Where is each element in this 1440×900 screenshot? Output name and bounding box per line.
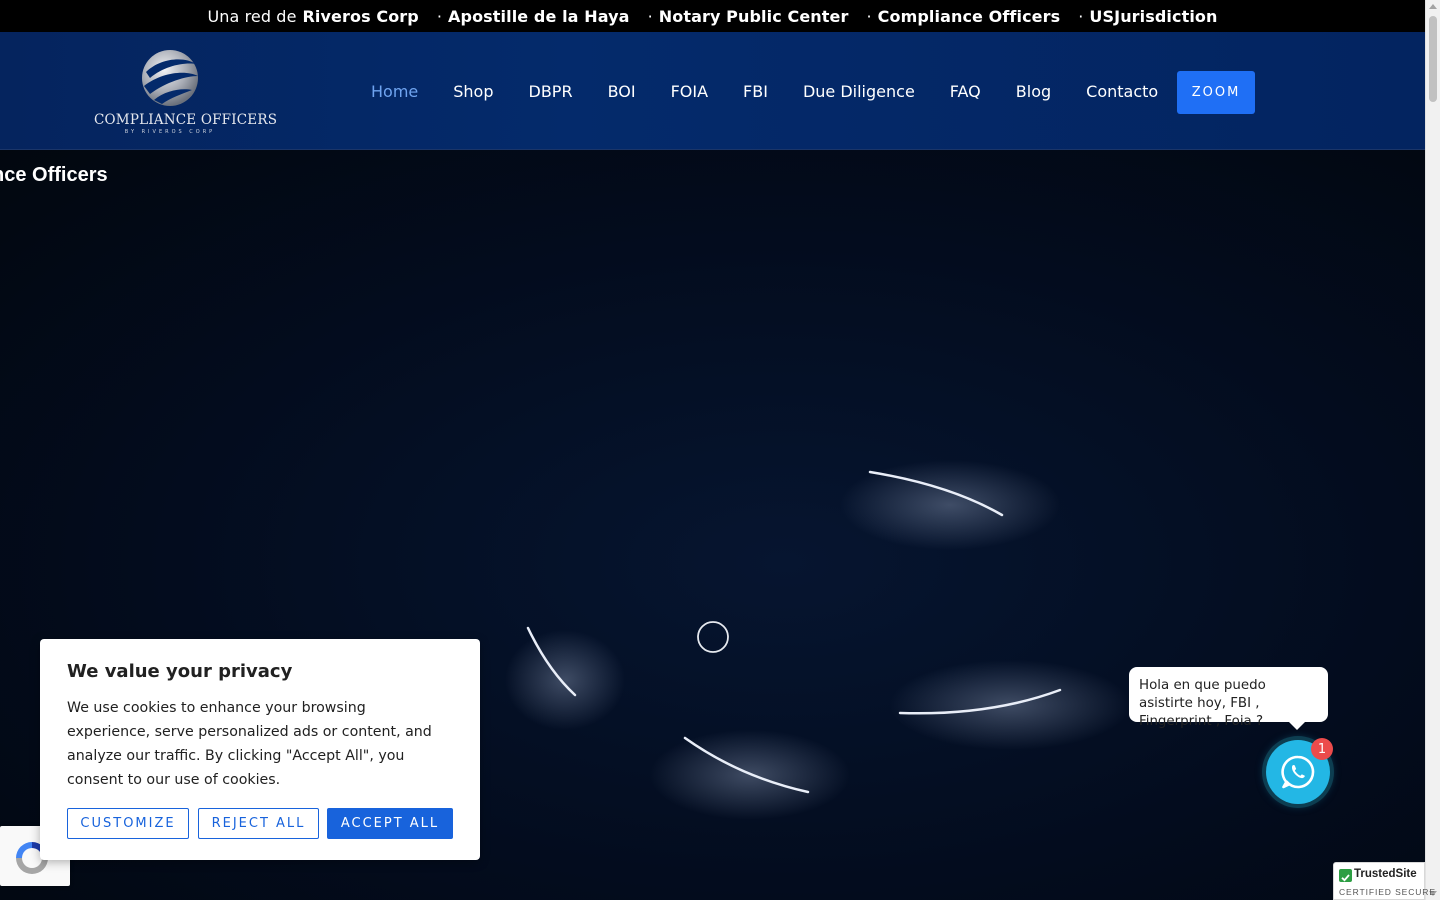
nav-fbi[interactable]: FBI — [743, 82, 768, 101]
reject-all-button[interactable]: REJECT ALL — [198, 808, 319, 839]
site-header: COMPLIANCE OFFICERS BY RIVEROS CORP Home… — [0, 32, 1425, 150]
loading-spinner-icon — [697, 621, 729, 653]
trustedsite-tagline: CERTIFIED SECURE — [1339, 887, 1436, 897]
site-logo[interactable]: COMPLIANCE OFFICERS BY RIVEROS CORP — [94, 48, 278, 138]
network-link-notary[interactable]: Notary Public Center — [659, 7, 849, 26]
globe-logo-icon — [142, 50, 198, 106]
separator: · — [436, 6, 443, 26]
nav-faq[interactable]: FAQ — [950, 82, 981, 101]
customize-button[interactable]: CUSTOMIZE — [67, 808, 189, 839]
main-nav: Home Shop DBPR BOI FOIA FBI Due Diligenc… — [371, 71, 1158, 111]
logo-title: COMPLIANCE OFFICERS — [94, 112, 278, 128]
scroll-up-arrow-icon[interactable] — [1429, 4, 1437, 9]
cookie-consent-banner: We value your privacy We use cookies to … — [40, 639, 480, 860]
notification-badge: 1 — [1311, 738, 1333, 760]
nav-due-diligence[interactable]: Due Diligence — [803, 82, 915, 101]
separator: · — [647, 6, 653, 26]
cookie-title: We value your privacy — [67, 661, 293, 682]
network-intro: Una red de — [207, 6, 297, 26]
separator: · — [866, 6, 872, 26]
check-icon — [1339, 869, 1352, 882]
network-link-compliance[interactable]: Compliance Officers — [878, 7, 1061, 26]
nav-dbpr[interactable]: DBPR — [529, 82, 573, 101]
nav-blog[interactable]: Blog — [1016, 82, 1051, 101]
logo-subtitle: BY RIVEROS CORP — [124, 129, 216, 135]
nav-boi[interactable]: BOI — [608, 82, 636, 101]
zoom-button[interactable]: ZOOM — [1177, 71, 1255, 114]
separator: · — [1078, 6, 1084, 26]
page-scrollbar[interactable] — [1425, 0, 1440, 900]
network-bar: Una red de Riveros Corp · Apostille de l… — [0, 0, 1425, 32]
nav-home[interactable]: Home — [371, 82, 418, 101]
nav-shop[interactable]: Shop — [453, 82, 493, 101]
hero-title: nce Officers — [0, 164, 108, 186]
whatsapp-message-bubble[interactable]: Hola en que puedo asistirte hoy, FBI , F… — [1129, 667, 1328, 730]
accept-all-button[interactable]: ACCEPT ALL — [327, 808, 453, 839]
nav-contacto[interactable]: Contacto — [1086, 82, 1158, 101]
trustedsite-name: TrustedSite — [1354, 868, 1417, 880]
scroll-thumb[interactable] — [1429, 16, 1437, 102]
trustedsite-badge[interactable]: TrustedSite CERTIFIED SECURE — [1333, 862, 1435, 900]
whatsapp-icon — [1281, 755, 1315, 789]
cookie-body: We use cookies to enhance your browsing … — [67, 700, 432, 788]
cookie-buttons: CUSTOMIZE REJECT ALL ACCEPT ALL — [67, 808, 453, 839]
network-brand-link[interactable]: Riveros Corp — [303, 7, 419, 26]
nav-foia[interactable]: FOIA — [671, 82, 708, 101]
network-link-usjurisdiction[interactable]: USJurisdiction — [1089, 7, 1217, 26]
network-link-apostille[interactable]: Apostille de la Haya — [448, 7, 630, 26]
